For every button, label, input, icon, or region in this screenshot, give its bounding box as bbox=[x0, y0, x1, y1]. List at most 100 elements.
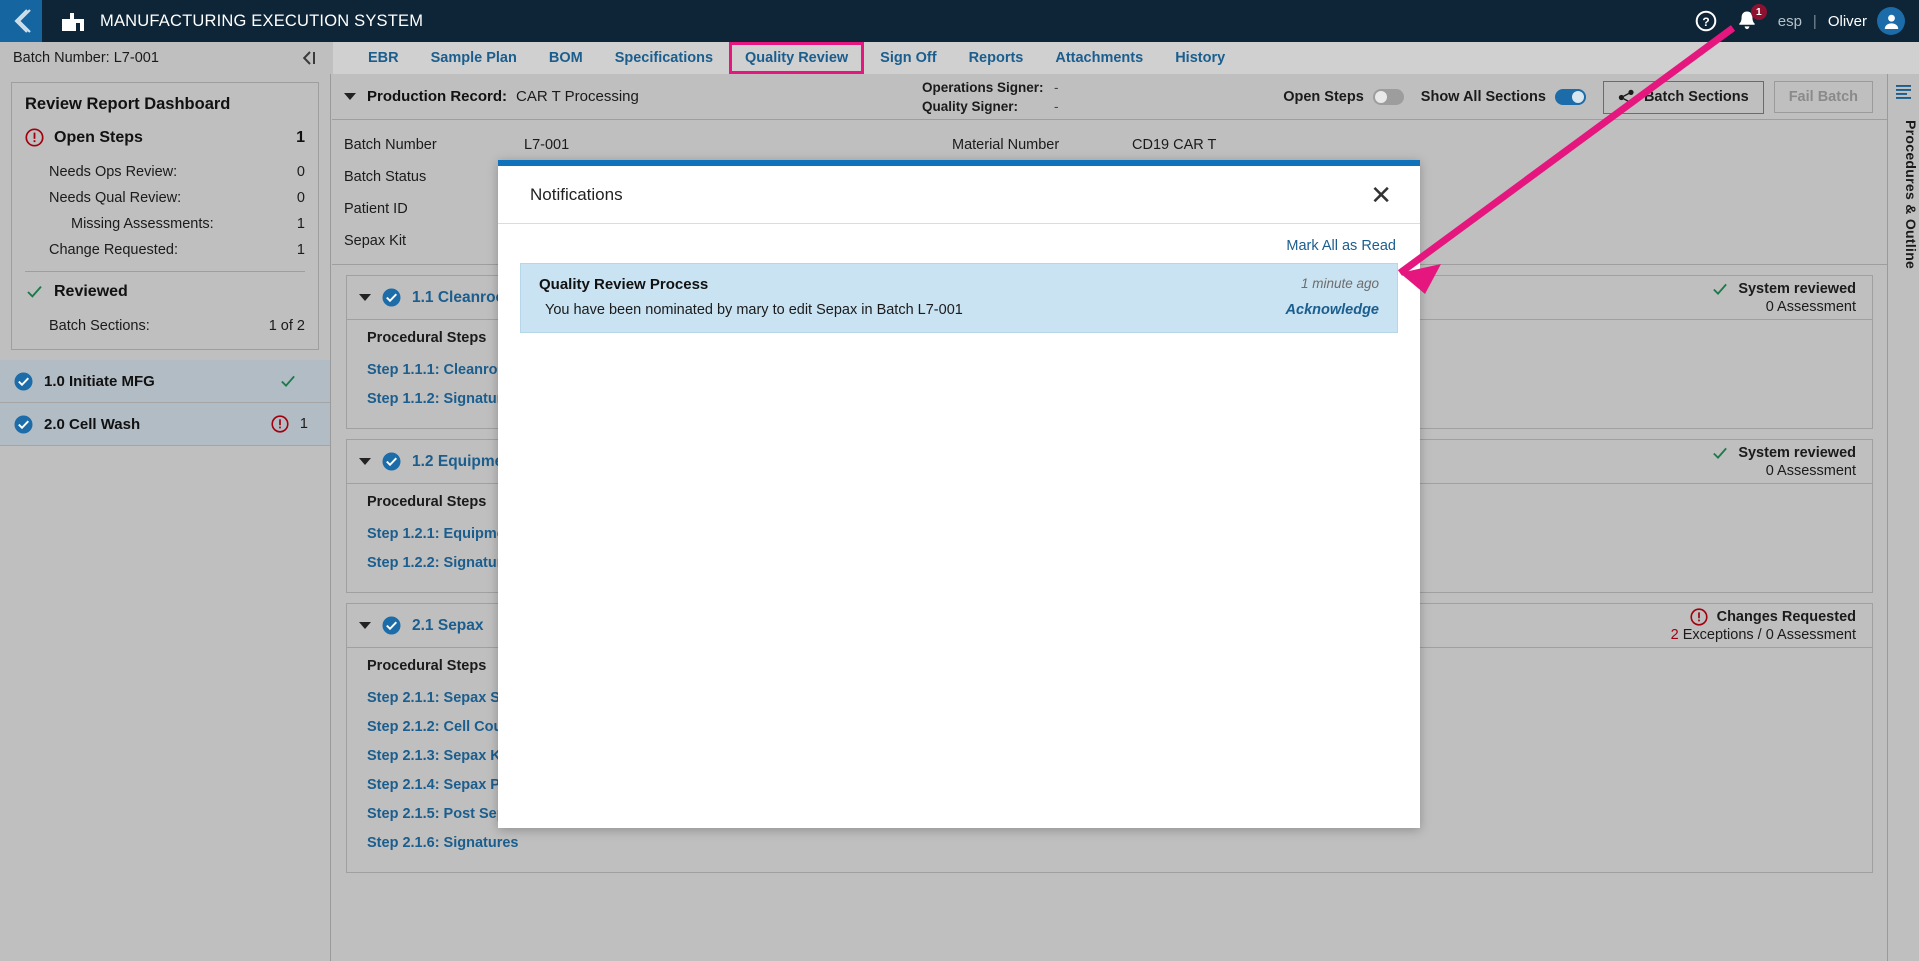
section-status-text: Changes Requested bbox=[1716, 608, 1856, 625]
signer-value: - bbox=[1054, 99, 1059, 114]
batch-number-label: Batch Number: L7-001 bbox=[13, 50, 159, 66]
production-record-value: CAR T Processing bbox=[516, 88, 639, 105]
caret-down-icon[interactable] bbox=[359, 622, 371, 629]
row-value: 1 of 2 bbox=[268, 318, 305, 334]
row-label: Needs Qual Review: bbox=[49, 190, 182, 206]
check-icon bbox=[27, 285, 42, 298]
row-label: Needs Ops Review: bbox=[49, 164, 178, 180]
quality-signer-row: Quality Signer: - bbox=[922, 97, 1059, 116]
modal-header: Notifications ✕ bbox=[498, 166, 1420, 224]
check-circle-filled-icon bbox=[382, 288, 401, 307]
check-circle-filled-icon bbox=[14, 415, 33, 433]
tab-history[interactable]: History bbox=[1159, 42, 1241, 74]
caret-down-icon[interactable] bbox=[359, 294, 371, 301]
batch-info-key: Sepax Kit bbox=[344, 233, 407, 249]
signer-key: Operations Signer: bbox=[922, 80, 1044, 95]
section-assessment-text: 2 Exceptions / 0 Assessment bbox=[1671, 627, 1856, 643]
step-link[interactable]: Step 2.1.6: Signatures bbox=[367, 829, 1856, 858]
svg-text:?: ? bbox=[1702, 15, 1709, 29]
tab-specifications[interactable]: Specifications bbox=[599, 42, 729, 74]
check-icon bbox=[1713, 447, 1728, 459]
dash-row-change-requested: Change Requested: 1 bbox=[25, 237, 305, 263]
toggle-knob bbox=[1571, 91, 1584, 103]
tab-ebr[interactable]: EBR bbox=[352, 42, 415, 74]
section-assessment-text: 0 Assessment bbox=[1765, 298, 1856, 315]
list-lines-icon[interactable] bbox=[1888, 74, 1919, 108]
caret-down-icon[interactable] bbox=[344, 93, 356, 100]
batch-info-cell: Material Number CD19 CAR T bbox=[952, 129, 1512, 161]
close-icon[interactable]: ✕ bbox=[1362, 178, 1400, 212]
fail-batch-button[interactable]: Fail Batch bbox=[1773, 81, 1873, 113]
tab-quality-review[interactable]: Quality Review bbox=[729, 42, 865, 74]
alert-circle-icon bbox=[25, 128, 44, 147]
help-circle-icon[interactable]: ? bbox=[1690, 5, 1722, 37]
divider bbox=[25, 271, 305, 272]
share-nodes-icon bbox=[1618, 89, 1634, 105]
open-steps-toggle-label: Open Steps bbox=[1283, 89, 1364, 105]
open-steps-toggle[interactable] bbox=[1372, 89, 1404, 105]
modal-body: Mark All as Read Quality Review Process … bbox=[498, 224, 1420, 333]
right-rail: Procedures & Outline bbox=[1887, 74, 1919, 961]
main-toolbar: Open Steps Show All Sections Batch Secti… bbox=[1283, 74, 1873, 120]
section-status-line: Changes Requested bbox=[1671, 607, 1856, 626]
language-selector[interactable]: esp bbox=[1778, 13, 1802, 30]
fail-batch-label: Fail Batch bbox=[1788, 89, 1858, 105]
show-all-sections-toggle[interactable] bbox=[1554, 89, 1586, 105]
right-rail-label[interactable]: Procedures & Outline bbox=[1888, 120, 1919, 269]
top-bar: MANUFACTURING EXECUTION SYSTEM ? 1 esp |… bbox=[0, 0, 1919, 42]
open-steps-label: Open Steps bbox=[54, 128, 143, 146]
check-icon bbox=[281, 375, 295, 387]
mark-all-as-read-link[interactable]: Mark All as Read bbox=[520, 234, 1398, 263]
row-value: 1 bbox=[296, 216, 305, 232]
notification-item[interactable]: Quality Review Process 1 minute ago You … bbox=[520, 263, 1398, 333]
modal-title: Notifications bbox=[530, 184, 623, 204]
tab-reports[interactable]: Reports bbox=[953, 42, 1040, 74]
notification-message: You have been nominated by mary to edit … bbox=[545, 302, 963, 318]
sidebar-item-2-0-cell-wash[interactable]: 2.0 Cell Wash 1 bbox=[0, 403, 330, 446]
user-avatar-icon bbox=[1884, 14, 1898, 29]
sidebar-item-label: 1.0 Initiate MFG bbox=[44, 372, 155, 390]
factory-icon bbox=[59, 7, 87, 35]
review-report-dashboard: Review Report Dashboard Open Steps 1 Nee… bbox=[11, 82, 319, 350]
notification-count-badge: 1 bbox=[1750, 4, 1767, 20]
batch-info-row: Batch Number L7-001 Material Number CD19… bbox=[332, 129, 1887, 161]
open-steps-value: 1 bbox=[296, 128, 305, 146]
notification-timestamp: 1 minute ago bbox=[1300, 276, 1379, 291]
open-steps-header: Open Steps 1 bbox=[25, 128, 305, 147]
acknowledge-link[interactable]: Acknowledge bbox=[1286, 302, 1379, 318]
sidebar-item-1-0-initiate-mfg[interactable]: 1.0 Initiate MFG bbox=[0, 360, 330, 403]
caret-down-icon[interactable] bbox=[359, 458, 371, 465]
tab-sign-off[interactable]: Sign Off bbox=[864, 42, 952, 74]
app-root: MANUFACTURING EXECUTION SYSTEM ? 1 esp |… bbox=[0, 0, 1919, 961]
batch-sections-label: Batch Sections bbox=[1643, 89, 1749, 105]
toggle-knob bbox=[1374, 91, 1387, 103]
notification-title: Quality Review Process bbox=[539, 276, 709, 293]
notifications-bell-button[interactable]: 1 bbox=[1732, 4, 1767, 37]
exception-text: Exceptions / 0 Assessment bbox=[1678, 626, 1856, 643]
batch-info-cell: Batch Number L7-001 bbox=[332, 129, 952, 161]
dashboard-title: Review Report Dashboard bbox=[25, 95, 231, 113]
signer-key: Quality Signer: bbox=[922, 99, 1019, 114]
dash-row-batch-sections: Batch Sections: 1 of 2 bbox=[25, 313, 305, 339]
app-title: MANUFACTURING EXECUTION SYSTEM bbox=[100, 11, 424, 30]
tab-bom[interactable]: BOM bbox=[533, 42, 599, 74]
section-title[interactable]: 2.1 Sepax bbox=[412, 617, 484, 635]
operations-signer-row: Operations Signer: - bbox=[922, 78, 1059, 97]
signers-block: Operations Signer: - Quality Signer: - bbox=[922, 78, 1059, 116]
collapse-panel-icon[interactable] bbox=[301, 42, 318, 74]
back-button[interactable] bbox=[0, 0, 42, 42]
tab-sample-plan[interactable]: Sample Plan bbox=[415, 42, 533, 74]
sidebar-item-status bbox=[279, 372, 308, 390]
sidebar-item-label: 2.0 Cell Wash bbox=[44, 415, 141, 433]
notification-top-row: Quality Review Process 1 minute ago bbox=[539, 276, 1379, 293]
batch-info-key: Patient ID bbox=[344, 201, 408, 217]
left-sidebar: Review Report Dashboard Open Steps 1 Nee… bbox=[0, 74, 331, 961]
batch-info-key: Batch Status bbox=[344, 169, 427, 185]
batch-info-key: Material Number bbox=[952, 137, 1060, 153]
batch-sections-button[interactable]: Batch Sections bbox=[1602, 80, 1764, 114]
chevron-left-icon bbox=[14, 9, 31, 33]
tab-attachments[interactable]: Attachments bbox=[1039, 42, 1159, 74]
avatar[interactable] bbox=[1877, 7, 1905, 35]
section-status-text: System reviewed bbox=[1738, 444, 1856, 461]
notifications-modal: Notifications ✕ Mark All as Read Quality… bbox=[498, 160, 1420, 828]
